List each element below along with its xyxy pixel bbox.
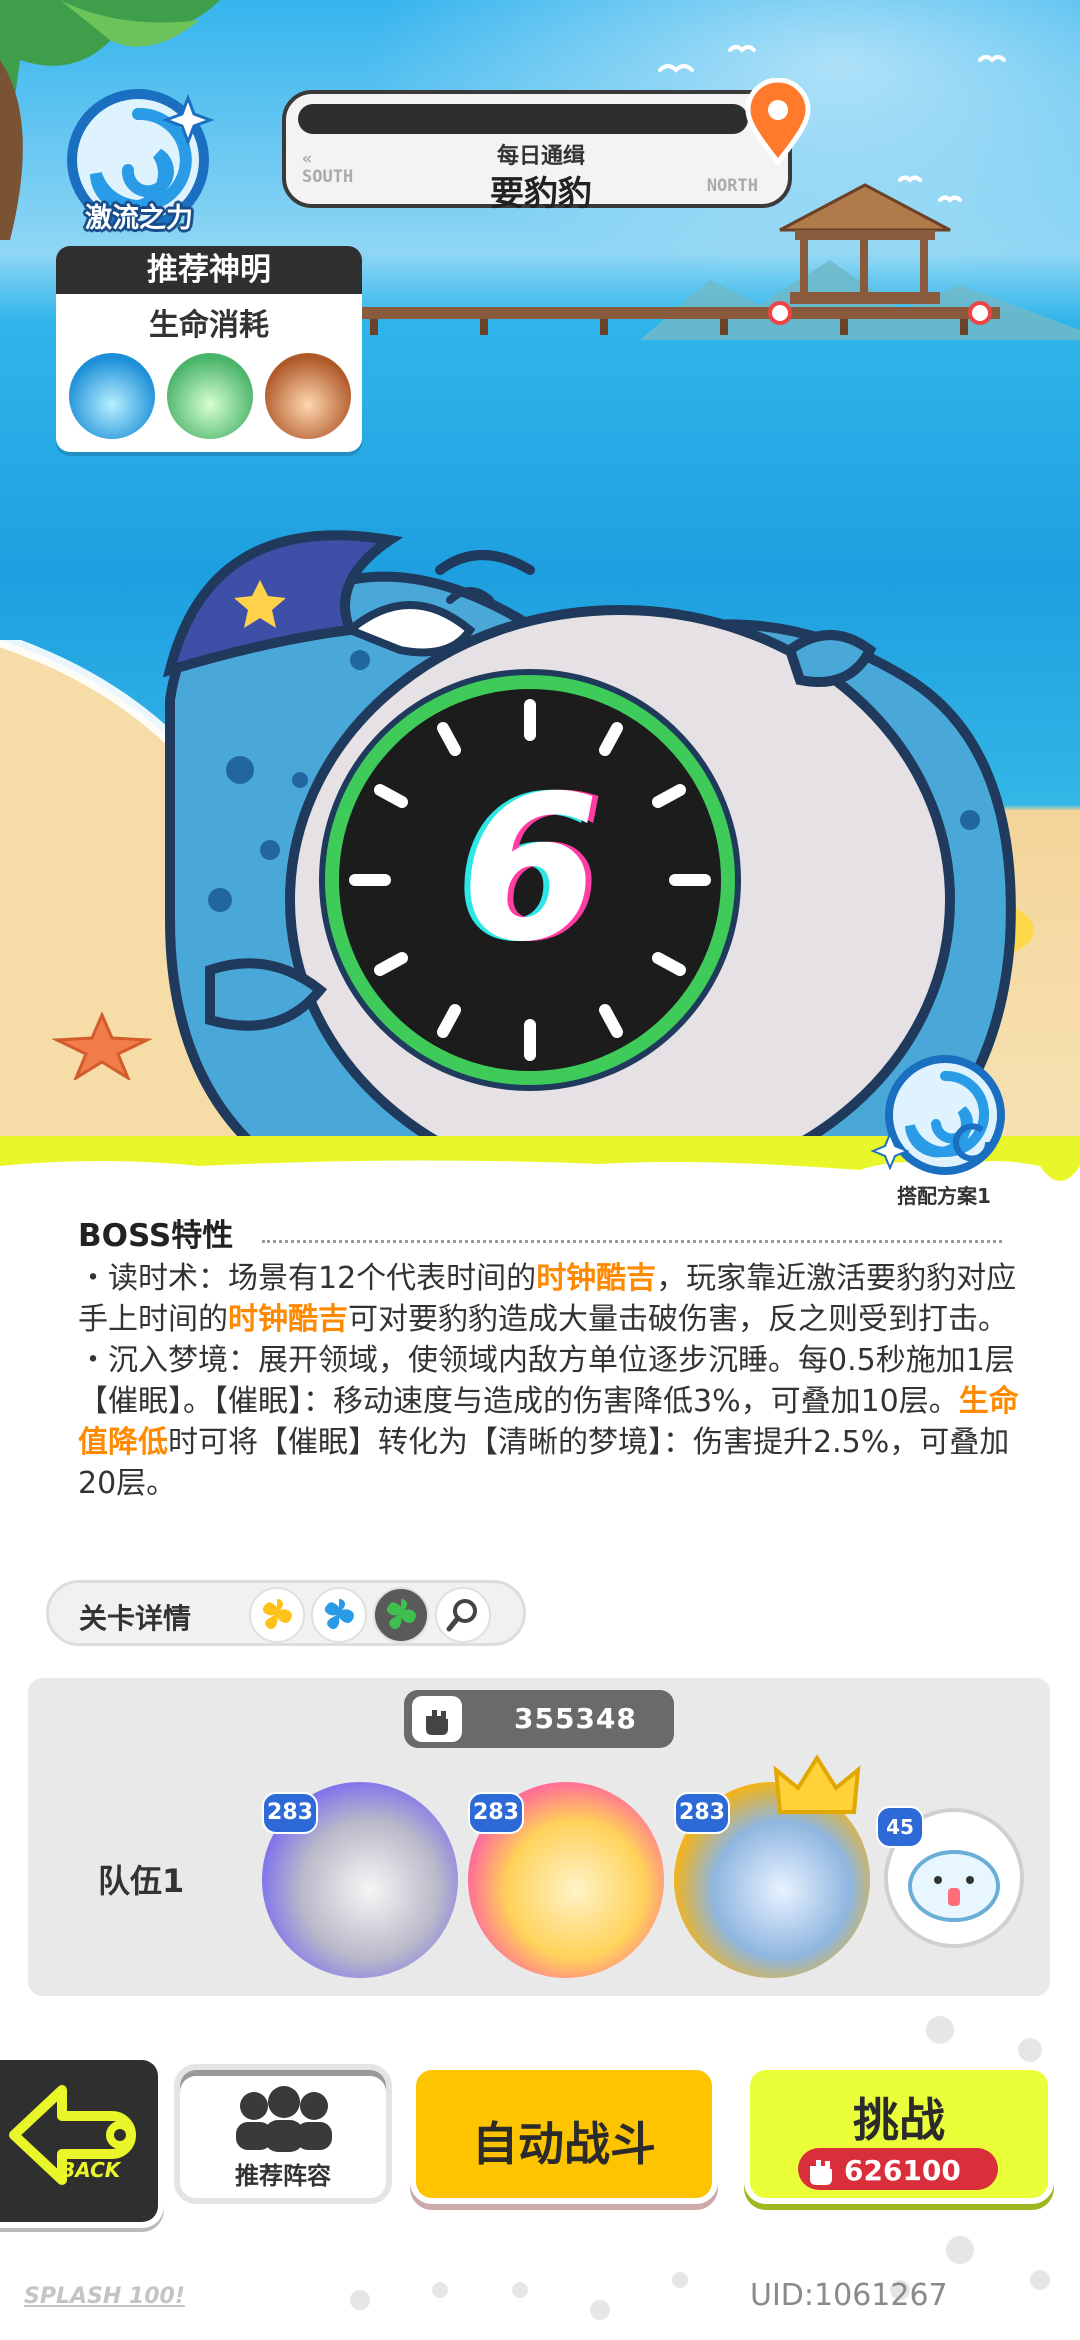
daily-wanted-banner: «SOUTH 每日通缉 要豹豹 NORTH — [282, 78, 811, 214]
boss-scene: 6 激流之力 «SOUTH 每日通缉 要豹豹 NORTH 推荐神明 生命消耗 — [0, 0, 1080, 1150]
boss-traits-description: ・读时术：场景有12个代表时间的时钟酷吉，玩家靠近激活要豹豹对应手上时间的时钟酷… — [78, 1258, 1028, 1504]
user-id: UID:1061267 — [750, 2278, 948, 2313]
wanted-plate: «SOUTH 每日通缉 要豹豹 NORTH — [282, 90, 792, 214]
game-logo: SPLASH 100! — [24, 2284, 185, 2309]
challenge-button[interactable]: 挑战 626100 — [744, 2064, 1054, 2204]
recommended-god-header: 推荐神明 — [56, 246, 362, 294]
highlight-clock: 时钟酷吉 — [536, 1261, 657, 1296]
hero-level-badge: 283 — [674, 1792, 730, 1834]
recommended-lineup-label: 推荐阵容 — [235, 2162, 331, 2190]
challenge-cost-badge: 626100 — [798, 2148, 998, 2190]
wanted-progress-bar — [298, 104, 748, 134]
fist-icon — [810, 2160, 832, 2185]
recommended-lineup-button[interactable]: 推荐阵容 — [174, 2064, 392, 2204]
crown-icon — [773, 1754, 861, 1814]
challenge-cost-value: 626100 — [844, 2154, 961, 2187]
auto-battle-label: 自动战斗 — [472, 2117, 656, 2171]
challenge-label: 挑战 — [853, 2093, 945, 2147]
team-power-value: 355348 — [514, 1702, 637, 1735]
stage-detail-label: 关卡详情 — [79, 1602, 192, 1635]
element-blue-icon[interactable] — [311, 1587, 367, 1643]
boss-clock-number: 6 — [460, 753, 600, 986]
pet-level-badge: 45 — [876, 1806, 924, 1848]
title-dotted-divider — [262, 1240, 1002, 1243]
group-people-icon — [236, 2086, 332, 2152]
god-avatar-2[interactable] — [164, 350, 256, 442]
back-label: BACK — [60, 2158, 121, 2182]
starfish — [52, 1011, 152, 1080]
magnifier-icon[interactable] — [435, 1587, 491, 1643]
god-avatar-3[interactable] — [262, 350, 354, 442]
recommended-god-card[interactable]: 推荐神明 生命消耗 — [56, 246, 362, 452]
hero-level-badge: 283 — [468, 1792, 524, 1834]
trait-paragraph-2: ・沉入梦境：展开领域，使领域内敌方单位逐步沉睡。每0.5秒施加1层【催眠】。【催… — [78, 1343, 1019, 1501]
team-plan-label: 搭配方案1 — [897, 1184, 991, 1208]
trait-paragraph-1: ・读时术：场景有12个代表时间的时钟酷吉，玩家靠近激活要豹豹对应手上时间的时钟酷… — [78, 1261, 1017, 1337]
highlight-clock: 时钟酷吉 — [228, 1302, 348, 1337]
back-button[interactable]: BACK — [0, 2054, 164, 2228]
stage-detail-bar[interactable]: 关卡详情 — [46, 1580, 526, 1646]
fist-icon — [412, 1696, 462, 1742]
element-label: 激流之力 — [85, 203, 193, 234]
boss-traits-title: BOSS特性 — [78, 1218, 234, 1254]
team-plan-icon[interactable] — [870, 1050, 1020, 1180]
back-arrow-icon — [9, 2085, 136, 2185]
recommended-god-subtitle: 生命消耗 — [149, 308, 269, 343]
element-yellow-icon[interactable] — [249, 1587, 305, 1643]
auto-battle-button[interactable]: 自动战斗 — [410, 2064, 718, 2204]
hero-level-badge: 283 — [262, 1792, 318, 1834]
team-label: 队伍1 — [98, 1862, 185, 1900]
team-power-badge: 355348 — [404, 1690, 674, 1748]
direction-north: NORTH — [706, 176, 758, 196]
element-green-icon[interactable] — [373, 1587, 429, 1643]
god-avatar-1[interactable] — [66, 350, 158, 442]
location-pin-icon — [745, 78, 811, 166]
